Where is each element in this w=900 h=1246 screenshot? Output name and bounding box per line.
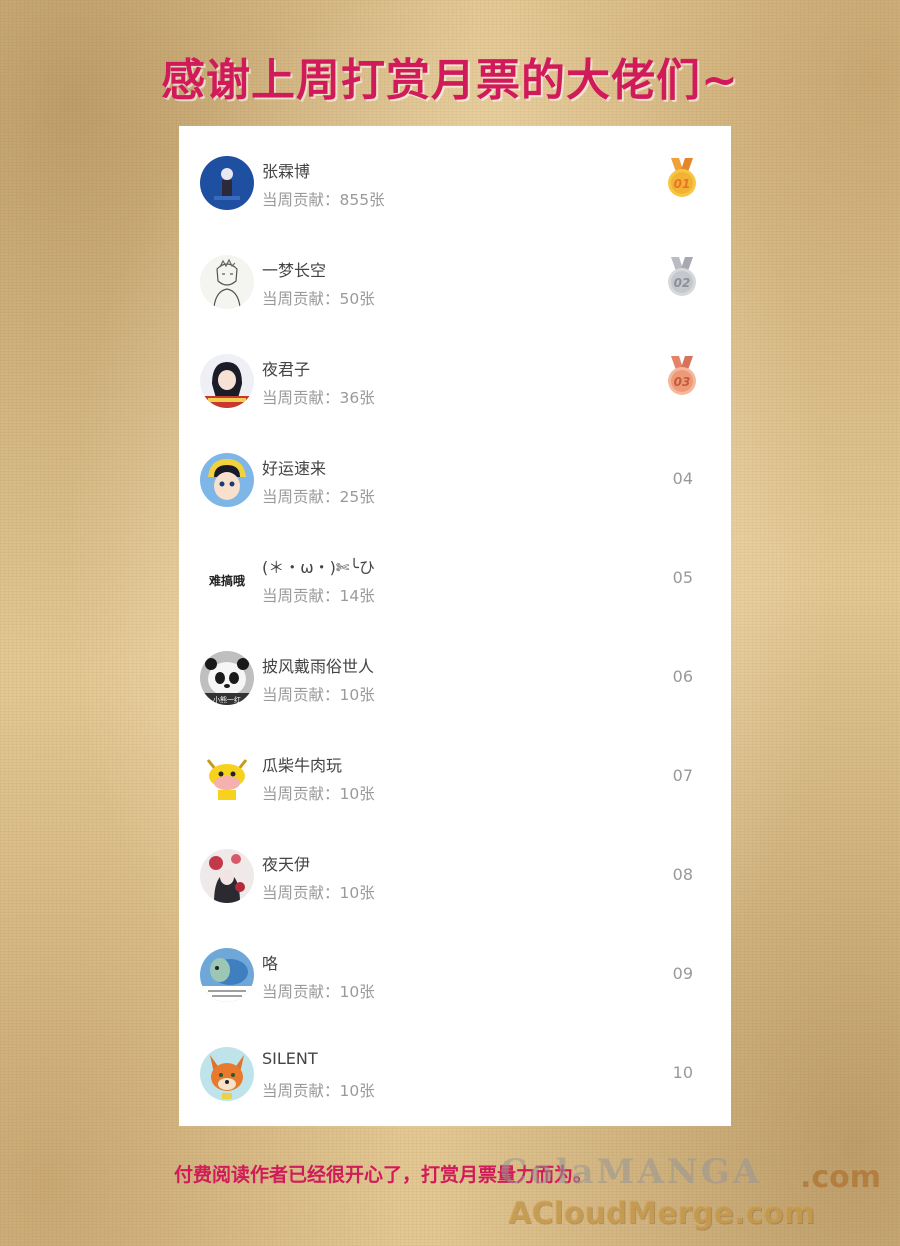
avatar[interactable] [200, 750, 254, 804]
user-name: 披风戴雨俗世人 [262, 657, 375, 676]
user-name: SILENT [262, 1049, 318, 1068]
user-name: 夜天伊 [262, 855, 311, 874]
avatar[interactable]: 小熊一红 [200, 651, 254, 705]
user-name: 好运速来 [262, 459, 327, 478]
user-name: 张霖博 [262, 162, 311, 181]
list-item[interactable]: SILENT 当周贡献：10张 10 [179, 1017, 731, 1116]
user-name: 夜君子 [262, 360, 311, 379]
watermark-domain: .com [800, 1160, 882, 1195]
user-name: 一梦长空 [262, 261, 327, 280]
user-name: 瓜柴牛肉玩 [262, 756, 343, 775]
medal-rank: 03 [674, 375, 691, 389]
list-item[interactable]: 好运速来 当周贡献：25张 04 [179, 423, 731, 522]
gold-medal-icon: 01 [665, 156, 699, 200]
avatar[interactable] [200, 255, 254, 309]
list-item[interactable]: 咯 当周贡献：10张 09 [179, 918, 731, 1017]
contribution-count: 当周贡献：10张 [262, 686, 375, 704]
rank-number: 06 [672, 667, 693, 686]
contribution-count: 当周贡献：10张 [262, 785, 375, 803]
avatar[interactable]: 难搞哦 [200, 552, 254, 606]
rank-number: 10 [672, 1063, 693, 1082]
avatar[interactable] [200, 849, 254, 903]
avatar[interactable] [200, 1047, 254, 1101]
bronze-medal-icon: 03 [665, 354, 699, 398]
user-name: 咯 [262, 954, 279, 973]
silver-medal-icon: 02 [665, 255, 699, 299]
list-item[interactable]: 夜天伊 当周贡献：10张 08 [179, 819, 731, 918]
medal-rank: 02 [674, 276, 691, 290]
watermark-brand: ColaMANGA [500, 1152, 763, 1192]
contribution-count: 当周贡献：14张 [262, 587, 375, 605]
rank-number: 04 [672, 469, 693, 488]
medal-rank: 01 [674, 177, 691, 191]
contribution-count: 当周贡献：10张 [262, 983, 375, 1001]
contribution-count: 当周贡献：50张 [262, 290, 375, 308]
page-title: 感谢上周打赏月票的大佬们~ [161, 55, 739, 106]
avatar-text: 难搞哦 [208, 573, 245, 588]
contribution-count: 当周贡献：10张 [262, 1082, 375, 1100]
avatar-text: 小熊一红 [213, 695, 241, 704]
rank-number: 07 [672, 766, 693, 785]
list-item[interactable]: 小熊一红 披风戴雨俗世人 当周贡献：10张 06 [179, 621, 731, 720]
contribution-count: 当周贡献：36张 [262, 389, 375, 407]
avatar[interactable] [200, 354, 254, 408]
avatar[interactable] [200, 453, 254, 507]
list-item[interactable]: 夜君子 当周贡献：36张 03 [179, 324, 731, 423]
list-item[interactable]: 张霖博 当周贡献：855张 01 [179, 126, 731, 225]
rank-number: 09 [672, 964, 693, 983]
avatar[interactable] [200, 948, 254, 1002]
watermark-site: ACloudMerge.com [508, 1196, 815, 1231]
rank-number: 08 [672, 865, 693, 884]
contribution-count: 当周贡献：855张 [262, 191, 385, 209]
contribution-count: 当周贡献：10张 [262, 884, 375, 902]
ranking-list: 张霖博 当周贡献：855张 01 一梦长空 当周贡献：50张 02 夜君子 当周… [179, 126, 731, 1126]
rank-number: 05 [672, 568, 693, 587]
list-item[interactable]: 难搞哦 (＊・ω・)✄╰ひ 当周贡献：14张 05 [179, 522, 731, 621]
contribution-count: 当周贡献：25张 [262, 488, 375, 506]
list-item[interactable]: 一梦长空 当周贡献：50张 02 [179, 225, 731, 324]
user-name: (＊・ω・)✄╰ひ [262, 558, 375, 577]
avatar[interactable] [200, 156, 254, 210]
list-item[interactable]: 瓜柴牛肉玩 当周贡献：10张 07 [179, 720, 731, 819]
